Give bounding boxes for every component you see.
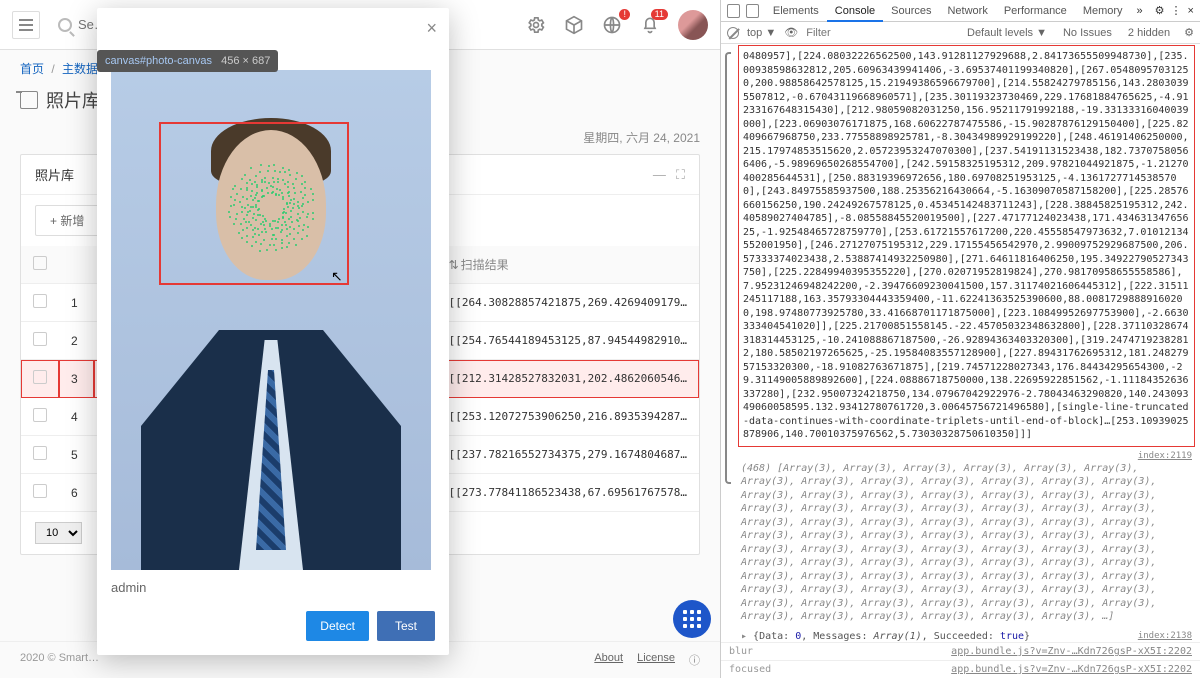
row-index: 4 (59, 398, 94, 436)
issues-link[interactable]: No Issues (1063, 27, 1112, 39)
row-index: 2 (59, 322, 94, 360)
panel-title: 照片库 (35, 165, 74, 184)
breadcrumb-sep: / (51, 62, 54, 76)
status-label: blur (729, 646, 753, 657)
devtools-tab-sources[interactable]: Sources (883, 2, 939, 20)
devtools-tab-memory[interactable]: Memory (1075, 2, 1131, 20)
row-checkbox[interactable] (33, 484, 47, 498)
cursor-icon: ↖ (331, 268, 343, 285)
eye-icon[interactable]: 👁 (784, 26, 798, 39)
row-checkbox[interactable] (33, 408, 47, 422)
devtools-tab-console[interactable]: Console (827, 2, 883, 22)
clear-console-icon[interactable] (727, 27, 739, 39)
devtools-panel: ElementsConsoleSourcesNetworkPerformance… (720, 0, 1200, 678)
checkbox-all[interactable] (33, 256, 47, 270)
row-result: [[254.76544189453125,87.94544982910… (437, 322, 699, 360)
tooltip-selector: canvas#photo-canvas (105, 55, 212, 67)
detection-box (159, 122, 349, 285)
gear-icon[interactable] (526, 15, 546, 35)
row-result: [[264.30828857421875,269.4269409179… (437, 284, 699, 322)
row-index: 6 (59, 474, 94, 512)
devtools-tab-network[interactable]: Network (939, 2, 995, 20)
row-checkbox[interactable] (33, 446, 47, 460)
minimize-icon[interactable]: — (653, 167, 666, 183)
search-icon (58, 18, 72, 32)
panel-tools: — ⛶ (653, 167, 685, 183)
hidden-count: 2 hidden (1128, 27, 1170, 39)
console-status-line: blur app.bundle.js?v=Znv-…Kdn726gsP-xX5I:… (721, 642, 1200, 660)
tabs-overflow-icon[interactable]: » (1137, 5, 1143, 17)
tooltip-dimensions: 456 × 687 (221, 55, 270, 67)
row-checkbox[interactable] (33, 332, 47, 346)
page-title-text: 照片库 (46, 87, 100, 113)
detect-button[interactable]: Detect (306, 611, 369, 641)
file-icon (20, 91, 38, 109)
topbar-actions: ! 11 (526, 10, 708, 40)
modal-actions: Detect Test (111, 611, 435, 641)
devtools-tabs: ElementsConsoleSourcesNetworkPerformance… (721, 0, 1200, 22)
row-result: [[253.12072753906250,216.8935394287… (437, 398, 699, 436)
close-icon[interactable]: × (426, 18, 437, 39)
row-index: 3 (59, 360, 94, 398)
collapse-indicator[interactable] (725, 52, 731, 484)
console-output[interactable]: 0480957],[224.08032226562500,143.9128112… (721, 44, 1200, 642)
copyright: 2020 © Smart… (20, 652, 99, 668)
fab-grid-button[interactable] (673, 600, 711, 638)
console-status-line: focused app.bundle.js?v=Znv-…Kdn726gsP-xX… (721, 660, 1200, 678)
context-select[interactable]: top ▼ (747, 27, 776, 39)
photo-canvas[interactable]: ↖ (111, 70, 431, 570)
devtools-gear-icon[interactable]: ⚙ (1155, 4, 1165, 17)
add-button[interactable]: + 新增 (35, 205, 99, 236)
devtools-tab-performance[interactable]: Performance (996, 2, 1075, 20)
about-link[interactable]: About (594, 652, 623, 668)
row-result: [[212.31428527832031,202.4862060546… (437, 360, 699, 398)
globe-icon[interactable]: ! (602, 15, 622, 35)
expand-icon[interactable]: ⛶ (676, 167, 685, 183)
cube-icon[interactable] (564, 15, 584, 35)
inspector-tooltip: canvas#photo-canvas 456 × 687 (97, 50, 278, 72)
devtools-tab-elements[interactable]: Elements (765, 2, 827, 20)
source-link-2[interactable]: index:2138 (1138, 630, 1192, 642)
breadcrumb-home[interactable]: 首页 (20, 62, 44, 76)
expand-icon[interactable]: ▸ (741, 631, 753, 642)
console-coords-block: 0480957],[224.08032226562500,143.9128112… (741, 48, 1192, 444)
license-link[interactable]: License (637, 652, 675, 668)
console-gear-icon[interactable]: ⚙ (1184, 26, 1194, 39)
photo-modal: × canvas#photo-canvas 456 × 687 ↖ admin … (97, 8, 449, 655)
status-source-link[interactable]: app.bundle.js?v=Znv-…Kdn726gsP-xX5I:2202 (951, 664, 1192, 675)
console-object-line[interactable]: {Data: 0, Messages: Array(1), Succeeded:… (753, 631, 1030, 642)
row-checkbox[interactable] (33, 370, 47, 384)
menu-toggle-button[interactable] (12, 11, 40, 39)
row-result: [[237.78216552734375,279.1674804687… (437, 436, 699, 474)
row-result: [[273.77841186523438,67.69561767578… (437, 474, 699, 512)
log-levels-select[interactable]: Default levels ▼ (967, 27, 1047, 39)
status-label: focused (729, 664, 771, 675)
test-button[interactable]: Test (377, 611, 435, 641)
sort-icon[interactable]: ⇅ (449, 258, 457, 272)
notif-badge: 11 (651, 9, 668, 20)
col-scan-header: 扫描结果 (461, 258, 509, 272)
modal-username: admin (111, 580, 435, 595)
globe-badge: ! (619, 9, 630, 20)
row-index: 5 (59, 436, 94, 474)
source-link-1[interactable]: index:2119 (1138, 450, 1192, 462)
devtools-close-icon[interactable]: × (1188, 5, 1194, 17)
row-index: 1 (59, 284, 94, 322)
bell-icon[interactable]: 11 (640, 15, 660, 35)
page-size-select[interactable]: 10 (35, 522, 82, 544)
help-icon[interactable]: ⓘ (689, 652, 700, 668)
console-array-line[interactable]: (468) [Array(3), Array(3), Array(3), Arr… (741, 462, 1192, 624)
inspect-icon[interactable] (727, 4, 740, 18)
device-icon[interactable] (746, 4, 759, 18)
status-source-link[interactable]: app.bundle.js?v=Znv-…Kdn726gsP-xX5I:2202 (951, 646, 1192, 657)
console-toolbar: top ▼ 👁 Default levels ▼ No Issues 2 hid… (721, 22, 1200, 44)
avatar[interactable] (678, 10, 708, 40)
console-filter-input[interactable] (806, 27, 886, 39)
devtools-menu-icon[interactable]: ⋮ (1171, 4, 1182, 17)
row-checkbox[interactable] (33, 294, 47, 308)
